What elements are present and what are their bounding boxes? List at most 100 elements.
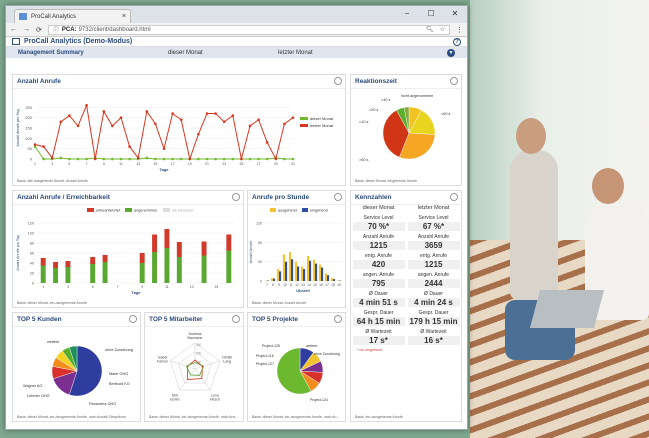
bar [273,278,276,281]
bar [288,252,291,281]
tab-title: ProCall Analytics [31,13,77,20]
x-tick-label: 23 [222,162,226,166]
bar [327,275,330,281]
management-summary-bar[interactable]: Management Summary dieser Monat letzter … [6,47,467,58]
radar-tick-label: 200 [196,352,202,356]
settings-icon[interactable] [334,193,342,201]
y-axis-label: Anzahl Anrufe [249,241,253,263]
x-tick-label: 7 [116,285,118,289]
bookmark-star-icon[interactable]: ☆ [440,26,445,33]
settings-icon[interactable] [129,315,137,323]
data-point [102,157,106,161]
data-point [197,157,200,161]
slice-label: <20 s [369,108,378,112]
summary-col-last-month: letzter Monat [278,49,313,56]
browser-window: ProCall Analytics × − ☐ ✕ ← → ⟳ ⓘ PCA: 9… [5,5,468,430]
y-axis-label: Anzahl Anrufe pro Tag [16,235,20,270]
data-point [214,157,217,161]
y-tick-label: 50 [28,146,33,151]
x-tick-label: 17 [325,283,329,287]
slice-label: Panamera OHG [89,402,116,406]
x-tick-label: 14 [307,283,311,287]
settings-icon[interactable] [232,315,240,323]
data-point [111,157,114,161]
data-point [85,103,88,107]
slice-label: Project-125 [262,344,280,348]
back-icon[interactable]: ← [10,26,17,33]
kpi-label: Ø Wartezeit [420,329,447,335]
x-tick-label: 18 [331,283,335,287]
y-tick-label: 60 [30,252,34,256]
data-point [214,112,217,115]
settings-icon[interactable] [450,77,458,85]
x-axis-label: Tage [131,290,141,295]
data-point [119,116,123,119]
bar [102,255,108,262]
slice-label: Lehmer OHG [27,394,50,398]
settings-icon[interactable] [334,77,342,85]
y-axis-label: Anzahl Anrufe pro Tag [16,109,20,146]
kpi-value: 64 h 15 min [352,317,405,326]
close-window-button[interactable]: ✕ [443,6,467,21]
x-tick-label: 13 [190,285,194,289]
data-point [68,157,71,161]
settings-icon[interactable] [450,193,458,201]
bar [139,263,145,283]
data-point [188,157,192,161]
bar-chart: 0204060801001201 3 5 7 9 11 13 15TageAnzahl Anr… [16,208,235,295]
pie-chart: Project-125 weitere ohne Zuordnung Project-… [256,344,340,402]
favicon-icon [19,13,27,20]
data-point [283,157,286,161]
close-tab-icon[interactable]: × [122,13,126,20]
bar [279,271,282,281]
x-tick-label: 19 [337,283,341,287]
x-tick-label: 5 [68,162,70,166]
bar [152,234,158,252]
kennzahlen-table: dieser Monat letzter Monat Service Level… [351,205,461,352]
data-point [76,157,80,161]
kpi-label: Anzahl Anrufe [417,234,450,240]
slice-label: <40 s [381,98,390,102]
kpi-cell: angen. Anrufe 795 [352,272,405,288]
bar [315,263,318,281]
bar [65,267,71,283]
kpi-cell: Gespr. Dauer 179 h 15 min [407,310,460,326]
pie-chart: <20 s <40 s <60 s >60 s <10 s nicht angenomme… [359,94,450,162]
url-field[interactable]: ⓘ PCA: 9732/client/dashboard.html 🔍︎ ☆ [47,24,450,35]
legend-label: nie Benutzer [172,209,194,213]
minimize-button[interactable]: − [395,6,419,21]
panel-title: TOP 5 Kunden [13,313,140,327]
x-tick-label: 11 [165,285,169,289]
y-tick-label: 20 [30,272,34,276]
x-tick-label: 10 [283,283,287,287]
laptop [529,290,605,328]
x-tick-label: 9 [103,162,105,166]
x-tick-label: 8 [272,283,274,287]
bar [300,266,303,281]
settings-icon[interactable] [232,193,240,201]
settings-icon[interactable] [334,315,342,323]
forward-icon[interactable]: → [23,26,30,33]
zoom-icon[interactable]: 🔍︎ [426,26,434,33]
x-tick-label: 21 [205,162,209,166]
help-icon[interactable]: ? [453,37,461,46]
maximize-button[interactable]: ☐ [419,6,443,21]
y-tick-label: 0 [32,282,34,286]
reload-icon[interactable]: ⟳ [36,26,42,34]
legend-label: dieser Monat [310,116,334,121]
summary-col-this-month: dieser Monat [168,49,203,56]
data-point [154,157,157,161]
x-tick-label: 17 [171,162,175,166]
data-point [50,156,54,160]
menu-icon[interactable]: ⋮ [456,26,463,34]
panel-anzahl-anrufe: Anzahl Anrufe 0 50 100 150 200 250 1 3 5 7 9 11 13 15… [12,74,346,186]
browser-tab[interactable]: ProCall Analytics × [14,9,131,23]
x-axis-label: Uhrzeit [296,288,310,293]
legend-label: eingehend [310,209,328,213]
slice-label: Project-124 [310,398,328,402]
chevron-down-icon[interactable]: ▼ [447,48,455,57]
kpi-value: 795 [352,279,405,288]
y-tick-label: 120 [256,222,262,226]
bar [90,257,96,264]
data-point [205,157,209,161]
